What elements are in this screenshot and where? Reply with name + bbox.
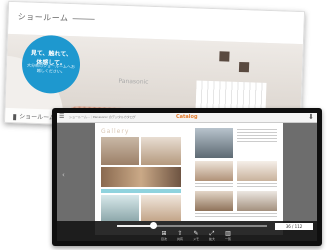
text-block — [195, 213, 277, 219]
download-icon[interactable]: ⬇ — [308, 113, 314, 121]
text-block — [237, 183, 277, 189]
right-page[interactable] — [191, 123, 283, 235]
page-slider-fill — [117, 225, 153, 227]
catalog-photo — [195, 191, 233, 211]
grid-icon: ⊞ — [161, 230, 167, 237]
text-block — [237, 129, 277, 143]
catalog-photo — [237, 191, 277, 211]
viewer-controls: 36 / 112 ⊞ 目次 ⇧ 共有 ✎ メモ ⤢ 拡大 ▥ 一覧 — [57, 221, 317, 241]
thumbnails-label: 一覧 — [224, 237, 231, 241]
catalog-photo — [141, 195, 181, 221]
page-slider-handle[interactable] — [150, 222, 157, 229]
left-page[interactable]: Gallery — [95, 123, 187, 235]
zoom-button[interactable]: ⤢ 拡大 — [205, 230, 219, 242]
memo-button[interactable]: ✎ メモ — [189, 230, 203, 242]
catalog-title: ショールーム…｜Panasonic のデジタルカタログ — [69, 115, 136, 119]
catalog-spread: Gallery — [95, 123, 283, 235]
previous-page-icon[interactable]: ‹ — [62, 171, 65, 179]
contents-button[interactable]: ⊞ 目次 — [157, 230, 171, 242]
thumbnails-button[interactable]: ▥ 一覧 — [221, 230, 235, 242]
memo-label: メモ — [192, 237, 199, 241]
catalog-photo — [237, 161, 277, 181]
badge-text: 大分県のショールームへお越しください。 — [26, 62, 75, 74]
wall-frame — [238, 61, 250, 73]
catalog-photo — [195, 128, 233, 158]
page-title: ショールーム — [17, 11, 94, 25]
pencil-icon: ✎ — [193, 230, 199, 237]
catalog-photo — [141, 137, 181, 165]
tablet-device: ☰ ショールーム…｜Panasonic のデジタルカタログ Catalog ⬇ … — [52, 108, 322, 246]
share-icon: ⇧ — [177, 230, 183, 237]
contents-label: 目次 — [160, 237, 167, 241]
catalog-logo: Catalog — [176, 114, 198, 120]
expand-icon: ⤢ — [209, 230, 215, 237]
share-button[interactable]: ⇧ 共有 — [173, 230, 187, 242]
catalog-photo — [101, 195, 139, 221]
share-label: 共有 — [176, 237, 183, 241]
catalog-viewer: ☰ ショールーム…｜Panasonic のデジタルカタログ Catalog ⬇ … — [57, 113, 317, 241]
reception-sign: Panasonic — [118, 77, 149, 86]
viewer-toolbar: ☰ ショールーム…｜Panasonic のデジタルカタログ Catalog ⬇ — [57, 113, 317, 123]
thumbnails-icon: ▥ — [225, 230, 231, 237]
catalog-photo — [101, 167, 181, 187]
catalog-photo — [195, 161, 233, 181]
wall-frame — [219, 51, 230, 62]
zoom-label: 拡大 — [208, 237, 215, 241]
text-block — [195, 183, 233, 189]
left-page-heading: Gallery — [101, 128, 130, 135]
page-slider[interactable] — [117, 225, 267, 227]
catalog-photo — [101, 137, 139, 165]
menu-icon[interactable]: ☰ — [59, 114, 64, 120]
section-band — [101, 189, 181, 193]
page-number-box[interactable]: 36 / 112 — [275, 223, 313, 230]
